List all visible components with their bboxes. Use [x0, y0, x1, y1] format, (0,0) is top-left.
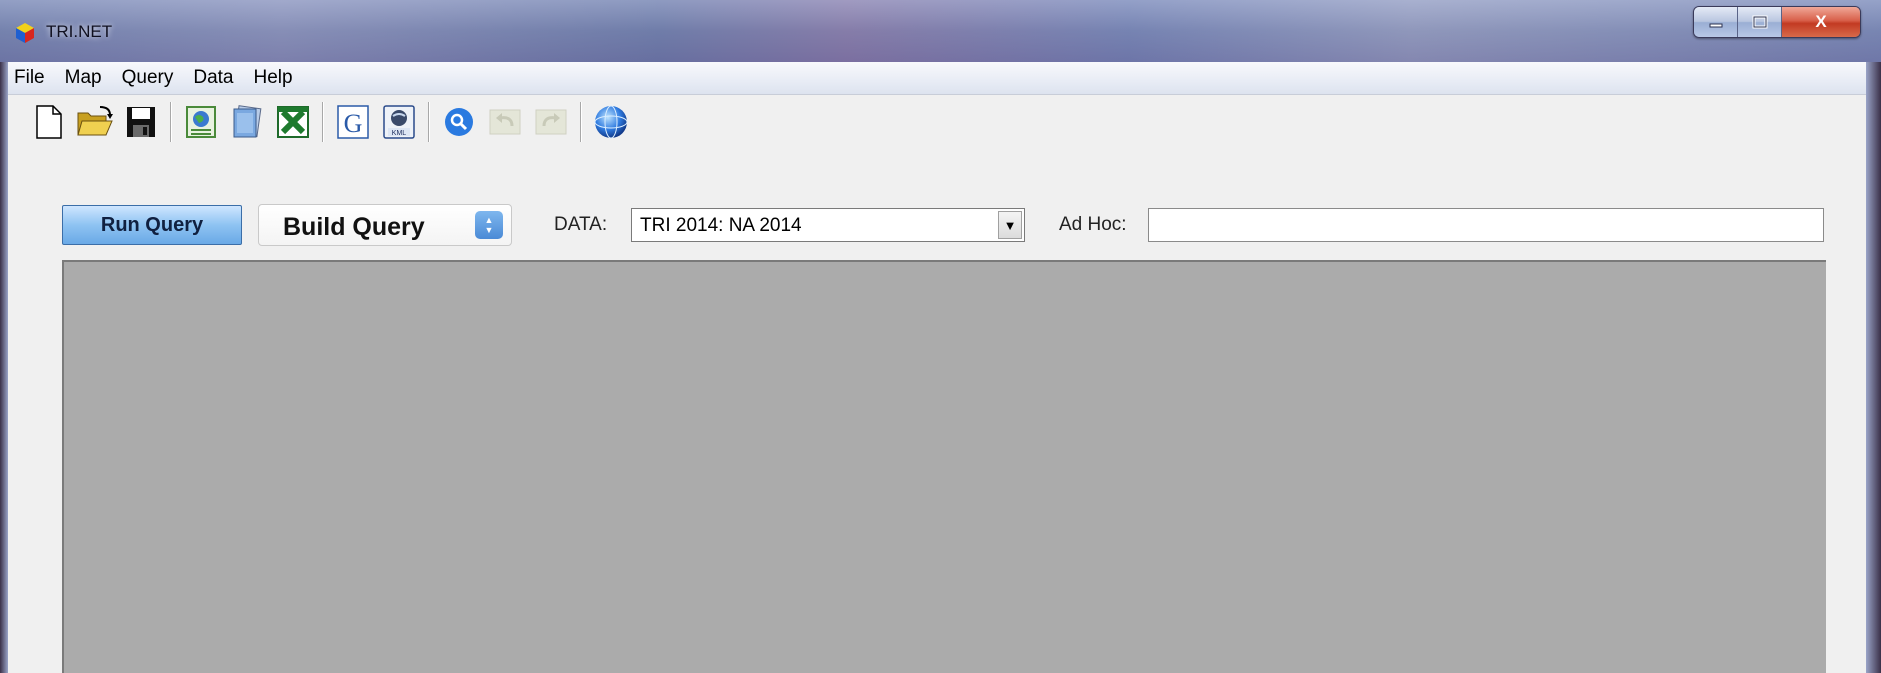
save-disk-icon	[127, 107, 155, 137]
close-button[interactable]: X	[1782, 7, 1860, 37]
menu-map[interactable]: Map	[55, 62, 112, 94]
chevron-down-icon[interactable]: ▼	[998, 211, 1022, 239]
open-folder-icon	[77, 106, 113, 136]
svg-text:KML: KML	[392, 130, 407, 137]
up-down-arrows-icon[interactable]: ▲ ▼	[475, 211, 503, 239]
minimize-button[interactable]	[1694, 7, 1738, 37]
data-label: DATA:	[554, 214, 608, 235]
undo-button	[486, 102, 524, 142]
app-window: TRI.NET X File Map Query Data Help G KML…	[0, 0, 1881, 673]
menu-help[interactable]: Help	[243, 62, 302, 94]
excel-icon	[277, 106, 309, 138]
build-query-selector[interactable]: Build Query ▲ ▼	[258, 204, 512, 246]
menu-file[interactable]: File	[8, 62, 55, 94]
toolbar-separator	[322, 102, 324, 142]
run-query-button[interactable]: Run Query	[62, 205, 242, 245]
open-folder-button[interactable]	[76, 102, 114, 142]
kml-button[interactable]: KML	[380, 102, 418, 142]
window-frame-left	[0, 62, 8, 673]
window-title: TRI.NET	[46, 22, 113, 41]
save-button[interactable]	[122, 102, 160, 142]
data-dropdown-value: TRI 2014: NA 2014	[640, 215, 802, 236]
window-controls: X	[1693, 6, 1861, 38]
kml-icon: KML	[383, 105, 415, 139]
report-button[interactable]	[228, 102, 266, 142]
title-bar[interactable]: TRI.NET X	[0, 0, 1881, 62]
search-button[interactable]	[440, 102, 478, 142]
new-document-icon	[36, 105, 62, 139]
results-panel	[62, 260, 1826, 673]
earth-button[interactable]	[592, 102, 630, 142]
minimize-icon	[1709, 23, 1722, 28]
window-frame-right	[1866, 62, 1881, 673]
google-button[interactable]: G	[334, 102, 372, 142]
redo-icon	[535, 109, 567, 135]
google-icon: G	[337, 105, 369, 139]
map-button[interactable]	[182, 102, 220, 142]
close-icon: X	[1815, 12, 1827, 31]
toolbar: G KML	[8, 95, 1866, 149]
search-icon	[445, 108, 473, 136]
maximize-icon	[1752, 15, 1767, 29]
redo-button	[532, 102, 570, 142]
menu-query[interactable]: Query	[112, 62, 184, 94]
query-row: Run Query Build Query ▲ ▼ DATA: TRI 2014:…	[8, 202, 1866, 246]
adhoc-input[interactable]	[1148, 208, 1824, 242]
menu-data[interactable]: Data	[183, 62, 243, 94]
undo-icon	[489, 109, 521, 135]
earth-globe-icon	[594, 105, 628, 139]
svg-text:G: G	[344, 109, 363, 138]
toolbar-separator	[170, 102, 172, 142]
app-logo-icon	[16, 23, 34, 43]
export-excel-button[interactable]	[274, 102, 312, 142]
new-document-button[interactable]	[30, 102, 68, 142]
toolbar-separator	[580, 102, 582, 142]
data-dropdown[interactable]: TRI 2014: NA 2014 ▼	[631, 208, 1025, 242]
report-icon	[233, 105, 262, 138]
adhoc-label: Ad Hoc:	[1059, 214, 1127, 235]
toolbar-separator	[428, 102, 430, 142]
maximize-button[interactable]	[1738, 7, 1782, 37]
client-area: File Map Query Data Help G KML Run Query…	[8, 62, 1866, 673]
menu-bar: File Map Query Data Help	[8, 62, 1866, 95]
map-globe-icon	[186, 106, 216, 138]
build-query-label: Build Query	[283, 213, 425, 241]
